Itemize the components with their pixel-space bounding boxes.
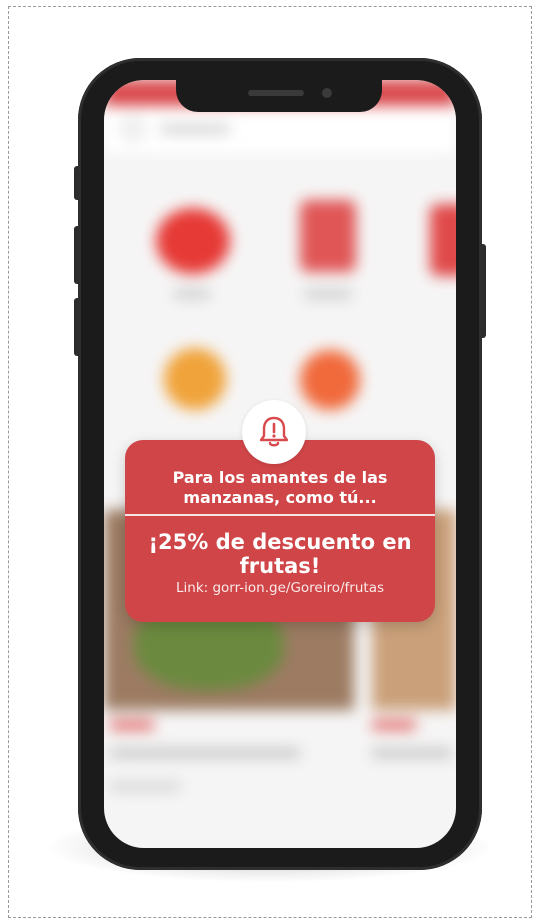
category-item — [156, 208, 230, 274]
category-item — [300, 350, 360, 410]
promo-notification-card[interactable]: Para los amantes de las manzanas, como t… — [125, 440, 435, 622]
app-header — [104, 106, 456, 155]
category-item — [430, 204, 456, 276]
product-meta-bar — [110, 782, 180, 791]
category-item — [164, 348, 226, 410]
notification-headline: ¡25% de descuento en frutas! — [148, 530, 412, 578]
earpiece-speaker — [248, 90, 304, 96]
category-label — [174, 290, 210, 298]
search-placeholder-bar — [160, 124, 230, 134]
notification-divider — [125, 514, 435, 516]
bell-alert-icon — [242, 400, 306, 464]
front-camera — [322, 88, 332, 98]
product-title-bar — [372, 748, 452, 758]
price-tag — [110, 720, 154, 730]
price-tag — [372, 720, 416, 730]
notification-link[interactable]: Link: gorr-ion.ge/Goreiro/frutas — [125, 580, 435, 596]
product-title-bar — [110, 748, 300, 758]
category-item — [300, 200, 356, 272]
notification-title: Para los amantes de las manzanas, como t… — [172, 468, 388, 507]
bell-alert-icon-graphic — [259, 416, 289, 447]
category-label — [304, 290, 352, 298]
search-icon — [122, 118, 144, 140]
